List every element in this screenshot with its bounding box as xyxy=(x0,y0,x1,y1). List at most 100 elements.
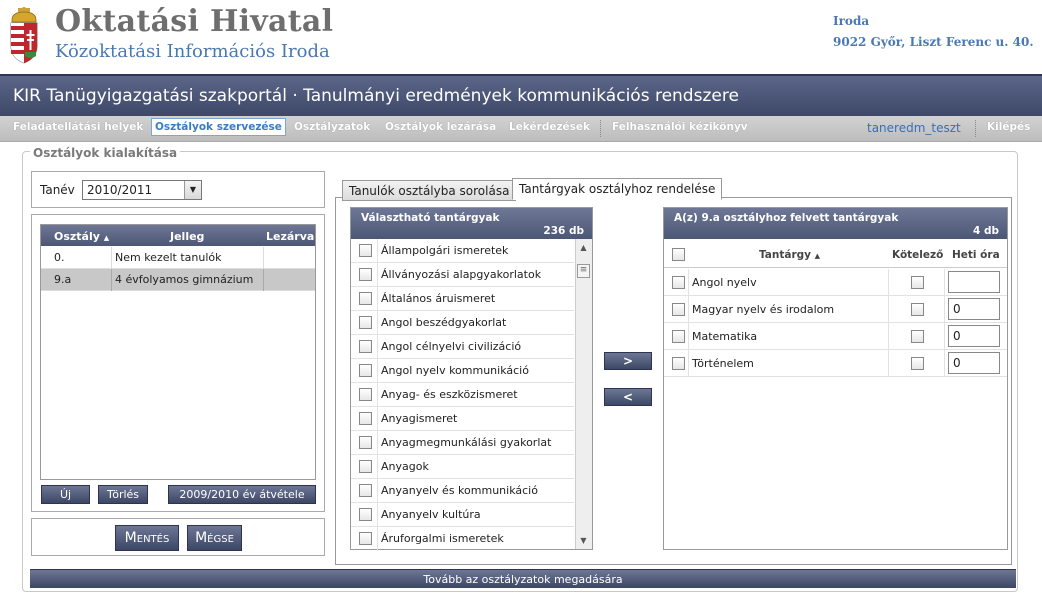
table-row[interactable]: Matematika 0 xyxy=(664,323,1007,350)
subject-label: Anyanyelv kultúra xyxy=(381,508,481,521)
subject-checkbox[interactable] xyxy=(359,388,372,401)
menu-separator xyxy=(975,120,976,137)
row-osztaly: 0. xyxy=(54,251,65,264)
weekly-hours-input[interactable]: 0 xyxy=(948,352,1000,374)
weekly-hours-input[interactable] xyxy=(948,271,1000,293)
tanev-select[interactable]: 2010/2011 ▼ xyxy=(82,180,202,200)
cancel-button[interactable]: Mégse xyxy=(187,525,242,551)
logout-link[interactable]: Kilépés xyxy=(987,121,1030,133)
list-item[interactable]: Angol célnyelvi civilizáció xyxy=(351,335,574,359)
subject-checkbox[interactable] xyxy=(672,276,685,289)
scroll-thumb[interactable]: ≡ xyxy=(577,264,590,278)
available-subjects-count: 236 db xyxy=(543,225,584,237)
menu-separator xyxy=(600,120,601,137)
col-heti-ora[interactable]: Heti óra xyxy=(952,249,1000,261)
address-line-2: 9022 Győr, Liszt Ferenc u. 40. xyxy=(833,35,1034,49)
select-all-checkbox[interactable] xyxy=(672,248,685,261)
table-row-selected[interactable]: 9.a 4 évfolyamos gimnázium xyxy=(41,269,315,291)
mandatory-checkbox[interactable] xyxy=(911,330,924,343)
address-line-1: Iroda xyxy=(833,14,870,28)
list-item[interactable]: Angol nyelv kommunikáció xyxy=(351,359,574,383)
col-kotelezo[interactable]: Kötelező xyxy=(892,249,943,261)
mandatory-checkbox[interactable] xyxy=(911,357,924,370)
menu-item-feladatellatasi-helyek[interactable]: Feladatellátási helyek xyxy=(13,121,143,133)
col-tantargy-label: Tantárgy xyxy=(759,249,812,261)
list-item[interactable]: Anyagmegmunkálási gyakorlat xyxy=(351,431,574,455)
subject-checkbox[interactable] xyxy=(359,244,372,257)
subject-checkbox[interactable] xyxy=(359,412,372,425)
list-item[interactable]: Anyag- és eszközismeret xyxy=(351,383,574,407)
chevron-down-icon[interactable]: ▼ xyxy=(184,181,201,199)
menu-item-lekerdezesek[interactable]: Lekérdezések xyxy=(509,121,590,133)
subject-label: Angol célnyelvi civilizáció xyxy=(381,340,522,353)
subject-checkbox[interactable] xyxy=(672,357,685,370)
col-osztaly[interactable]: Osztály ▲ xyxy=(54,230,109,243)
subject-checkbox[interactable] xyxy=(359,268,372,281)
delete-class-button[interactable]: Törlés xyxy=(98,485,148,504)
scroll-down-icon[interactable]: ▼ xyxy=(575,532,592,549)
subject-checkbox[interactable] xyxy=(359,316,372,329)
subject-checkbox[interactable] xyxy=(359,460,372,473)
portal-title: KIR Tanügyigazgatási szakportál · Tanulm… xyxy=(13,86,739,106)
table-row[interactable]: Magyar nyelv és irodalom 0 xyxy=(664,296,1007,323)
row-osztaly: 9.a xyxy=(54,273,72,286)
subject-checkbox[interactable] xyxy=(359,532,372,545)
subject-label: Állampolgári ismeretek xyxy=(381,244,509,257)
subject-label: Anyagok xyxy=(381,460,429,473)
col-separator xyxy=(263,269,264,291)
new-class-button[interactable]: Új xyxy=(41,485,90,504)
col-separator xyxy=(688,269,689,296)
subject-checkbox[interactable] xyxy=(672,330,685,343)
tab-subjects-assignment[interactable]: Tantárgyak osztályhoz rendelése xyxy=(512,178,723,200)
list-item[interactable]: Angol beszédgyakorlat xyxy=(351,311,574,335)
subject-label: Angol beszédgyakorlat xyxy=(381,316,507,329)
list-item[interactable]: Általános áruismeret xyxy=(351,287,574,311)
available-subjects-header: Választható tantárgyak 236 db xyxy=(351,208,592,239)
subject-checkbox[interactable] xyxy=(359,364,372,377)
col-jelleg[interactable]: Jelleg xyxy=(170,230,204,243)
current-user[interactable]: taneredm_teszt xyxy=(867,121,961,135)
table-row[interactable]: Angol nyelv xyxy=(664,269,1007,296)
list-item[interactable]: Anyanyelv és kommunikáció xyxy=(351,479,574,503)
menu-item-felhasznaloi-kezikonyv[interactable]: Felhasználói kézikönyv xyxy=(612,121,748,133)
sort-asc-icon: ▲ xyxy=(814,252,821,260)
subject-checkbox[interactable] xyxy=(359,292,372,305)
remove-subject-button[interactable]: < xyxy=(604,388,652,406)
table-row[interactable]: 0. Nem kezelt tanulók xyxy=(41,247,315,269)
col-tantargy[interactable]: Tantárgy ▲ xyxy=(759,249,820,261)
add-subject-button[interactable]: > xyxy=(604,352,652,370)
save-button[interactable]: Mentés xyxy=(115,525,179,551)
subject-checkbox[interactable] xyxy=(672,303,685,316)
list-item[interactable]: Anyagok xyxy=(351,455,574,479)
col-separator xyxy=(888,350,889,377)
org-subtitle: Közoktatási Információs Iroda xyxy=(55,41,330,62)
assigned-table-header: Tantárgy ▲ Kötelező Heti óra xyxy=(664,240,1007,268)
weekly-hours-input[interactable]: 0 xyxy=(948,325,1000,347)
mandatory-checkbox[interactable] xyxy=(911,303,924,316)
list-item[interactable]: Anyagismeret xyxy=(351,407,574,431)
menu-item-osztalyok-lezarasa[interactable]: Osztályok lezárása xyxy=(385,121,496,133)
list-item[interactable]: Áruforgalmi ismeretek xyxy=(351,527,574,551)
list-item[interactable]: Állampolgári ismeretek xyxy=(351,239,574,263)
scroll-up-icon[interactable]: ▲ xyxy=(575,239,592,256)
list-item[interactable]: Állványozási alapgyakorlatok xyxy=(351,263,574,287)
mandatory-checkbox[interactable] xyxy=(911,276,924,289)
header: Oktatási Hivatal Közoktatási Információs… xyxy=(0,0,1042,74)
col-separator xyxy=(888,323,889,350)
col-separator xyxy=(377,359,378,383)
menu-item-osztalyzatok[interactable]: Osztályzatok xyxy=(294,121,370,133)
list-item[interactable]: Anyanyelv kultúra xyxy=(351,503,574,527)
weekly-hours-input[interactable]: 0 xyxy=(948,298,1000,320)
table-row[interactable]: Történelem 0 xyxy=(664,350,1007,377)
subject-checkbox[interactable] xyxy=(359,436,372,449)
menu-item-osztalyok-szervezese[interactable]: Osztályok szervezése xyxy=(151,118,286,136)
col-separator xyxy=(377,479,378,503)
subject-checkbox[interactable] xyxy=(359,484,372,497)
available-scrollbar[interactable] xyxy=(575,239,592,549)
transfer-year-button[interactable]: 2009/2010 év átvétele xyxy=(168,485,316,504)
next-step-button[interactable]: Tovább az osztályzatok megadására xyxy=(30,569,1016,588)
subject-checkbox[interactable] xyxy=(359,340,372,353)
subject-checkbox[interactable] xyxy=(359,508,372,521)
tab-students-assignment[interactable]: Tanulók osztályba sorolása xyxy=(342,180,517,201)
col-lezarva[interactable]: Lezárva xyxy=(266,230,314,243)
